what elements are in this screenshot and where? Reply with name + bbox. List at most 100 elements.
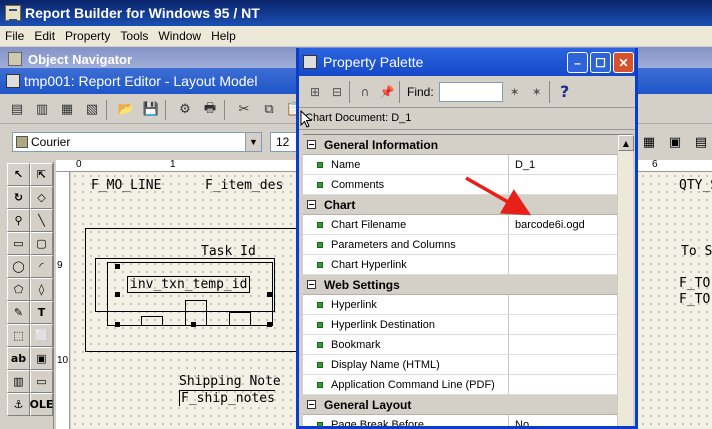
cut-icon[interactable]: ✂ (233, 99, 255, 121)
report-editor-icon (6, 74, 20, 88)
frame-tool-icon[interactable]: ⬚ (7, 324, 30, 347)
rotate-tool-icon[interactable]: ↻ (7, 186, 30, 209)
property-value[interactable]: No (509, 415, 633, 427)
find-input[interactable] (438, 81, 503, 102)
chart-tool-icon[interactable]: ▥ (7, 370, 30, 393)
maximize-button[interactable]: ☐ (590, 52, 611, 73)
ellipse-tool-icon[interactable]: ◯ (7, 255, 30, 278)
category-general-information[interactable]: General Information (303, 135, 633, 155)
field-mo-line[interactable]: F_MO_LINE (91, 178, 161, 193)
polyline-tool-icon[interactable]: ◊ (30, 278, 53, 301)
frame-select-tool-icon[interactable]: ⇱ (30, 163, 53, 186)
line-tool-icon[interactable]: ╲ (30, 209, 53, 232)
align-icon[interactable]: ▦ (638, 132, 660, 154)
category-general-layout[interactable]: General Layout (303, 395, 633, 415)
property-row-chart-filename[interactable]: Chart Filename barcode6i.ogd (303, 215, 633, 235)
arc-tool-icon[interactable]: ◜ (30, 255, 53, 278)
property-value[interactable] (509, 235, 633, 254)
menu-help[interactable]: Help (206, 29, 241, 43)
line-color-icon[interactable]: ▤ (690, 132, 712, 154)
property-row-bookmark[interactable]: Bookmark (303, 335, 633, 355)
anchor-tool-icon[interactable]: ⚓ (7, 393, 30, 416)
freeze-pin-icon[interactable]: 📌 (377, 81, 397, 103)
property-value[interactable] (509, 175, 633, 194)
help-icon[interactable]: ? (555, 81, 575, 103)
selection-handle[interactable] (267, 292, 272, 297)
property-row-application-command-line-pdf[interactable]: Application Command Line (PDF) (303, 375, 633, 395)
intersection-icon[interactable]: ∩ (355, 81, 375, 103)
selection-handle[interactable] (267, 322, 272, 327)
open-folder-icon[interactable]: 📂 (115, 99, 137, 121)
property-value[interactable]: D_1 (509, 155, 633, 174)
button-tool-icon[interactable]: ▭ (30, 370, 53, 393)
property-row-comments[interactable]: Comments (303, 175, 633, 195)
field-item-des[interactable]: F_item_des (205, 178, 283, 193)
live-previewer-icon[interactable]: ▧ (81, 99, 103, 121)
menu-window[interactable]: Window (153, 29, 206, 43)
collapse-icon[interactable] (307, 400, 316, 409)
property-row-hyperlink-destination[interactable]: Hyperlink Destination (303, 315, 633, 335)
field-qty-shi[interactable]: QTY_SHI (679, 178, 712, 193)
data-model-icon[interactable]: ▤ (6, 99, 28, 121)
property-row-hyperlink[interactable]: Hyperlink (303, 295, 633, 315)
property-row-chart-hyperlink[interactable]: Chart Hyperlink (303, 255, 633, 275)
print-icon[interactable]: 🖶 (199, 99, 221, 121)
property-row-parameters-and-columns[interactable]: Parameters and Columns (303, 235, 633, 255)
field-ship-notes[interactable]: F_ship_notes (179, 390, 275, 406)
run-icon[interactable]: ⚙ (174, 99, 196, 121)
menu-property[interactable]: Property (60, 29, 115, 43)
property-row-page-break-before[interactable]: Page Break Before No (303, 415, 633, 427)
collapse-icon[interactable]: ⊟ (327, 81, 347, 103)
property-value[interactable] (509, 315, 633, 334)
collapse-icon[interactable] (307, 280, 316, 289)
menu-tools[interactable]: Tools (115, 29, 153, 43)
property-list-scrollbar[interactable]: ▲ (617, 135, 634, 426)
selection-handle[interactable] (115, 322, 120, 327)
property-value[interactable]: barcode6i.ogd (509, 215, 633, 234)
category-chart[interactable]: Chart (303, 195, 633, 215)
text-tool-icon[interactable]: T (30, 301, 53, 324)
menu-edit[interactable]: Edit (29, 29, 60, 43)
selection-handle[interactable] (115, 292, 120, 297)
field-f-to-2[interactable]: F_TO (679, 292, 710, 307)
reshape-tool-icon[interactable]: ◇ (30, 186, 53, 209)
property-value[interactable] (509, 295, 633, 314)
category-web-settings[interactable]: Web Settings (303, 275, 633, 295)
collapse-icon[interactable] (307, 140, 316, 149)
image-tool-icon[interactable]: ▣ (30, 347, 53, 370)
rectangle-tool-icon[interactable]: ▭ (7, 232, 30, 255)
selection-handle[interactable] (115, 264, 120, 269)
polygon-tool-icon[interactable]: ⬠ (7, 278, 30, 301)
field-f-to-1[interactable]: F_TO (679, 276, 710, 291)
ole-tool-icon[interactable]: OLE (30, 393, 53, 416)
property-row-name[interactable]: Name D_1 (303, 155, 633, 175)
collapse-icon[interactable] (307, 200, 316, 209)
fill-color-icon[interactable]: ▣ (664, 132, 686, 154)
freehand-tool-icon[interactable]: ✎ (7, 301, 30, 324)
field-tool-icon[interactable]: ab (7, 347, 30, 370)
property-value[interactable] (509, 335, 633, 354)
rounded-rectangle-tool-icon[interactable]: ▢ (30, 232, 53, 255)
property-row-display-name-html[interactable]: Display Name (HTML) (303, 355, 633, 375)
select-tool-icon[interactable]: ↖ (7, 163, 30, 186)
chevron-down-icon[interactable]: ▼ (245, 133, 261, 151)
parameter-form-icon[interactable]: ▦ (56, 99, 78, 121)
property-value[interactable] (509, 355, 633, 374)
field-inv-txn-temp-id[interactable]: inv_txn_temp_id (127, 276, 251, 293)
property-value[interactable] (509, 375, 633, 394)
layout-model-icon[interactable]: ▥ (31, 99, 53, 121)
expand-icon[interactable]: ⊞ (305, 81, 325, 103)
minimize-button[interactable]: – (567, 52, 588, 73)
copy-icon[interactable]: ⧉ (258, 99, 280, 121)
find-previous-icon[interactable]: ✶ (527, 81, 547, 103)
property-value[interactable] (509, 255, 633, 274)
menu-file[interactable]: File (0, 29, 29, 43)
scroll-up-icon[interactable]: ▲ (618, 135, 634, 151)
magnify-tool-icon[interactable]: ⚲ (7, 209, 30, 232)
repeating-frame-tool-icon[interactable]: ⬜ (30, 324, 53, 347)
font-name-select[interactable]: Courier ▼ (12, 132, 262, 152)
property-palette-titlebar[interactable]: Property Palette – ☐ ✕ (299, 48, 635, 76)
save-icon[interactable]: 💾 (140, 99, 162, 121)
close-button[interactable]: ✕ (613, 52, 634, 73)
find-next-icon[interactable]: ✶ (505, 81, 525, 103)
